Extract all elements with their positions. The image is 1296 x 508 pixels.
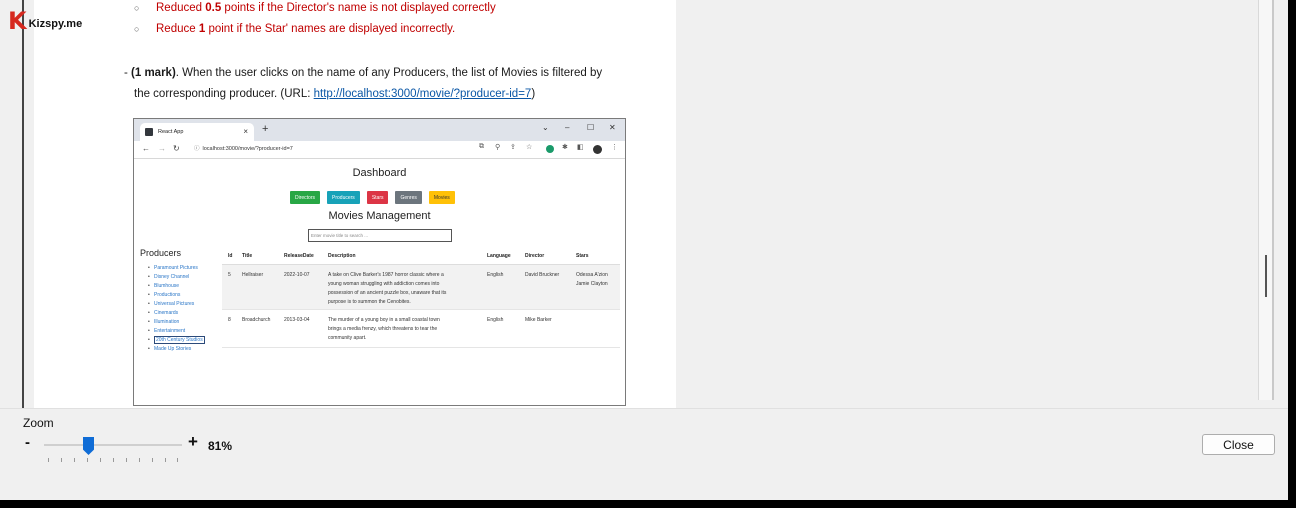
column-header: Title bbox=[242, 253, 253, 259]
document-viewer-window: K Kizspy.me ○ Reduced 0.5 points if the D… bbox=[0, 0, 1288, 500]
column-header: Stars bbox=[576, 253, 589, 259]
side-panel-icon[interactable]: ◧ bbox=[577, 143, 584, 151]
producer-link[interactable]: Disney Channel bbox=[148, 273, 205, 282]
zoom-slider-track[interactable] bbox=[44, 444, 182, 446]
bookmark-star-icon[interactable]: ☆ bbox=[526, 143, 532, 151]
close-window-icon[interactable]: ✕ bbox=[609, 123, 616, 132]
dashboard-title: Dashboard bbox=[352, 167, 407, 179]
producer-link[interactable]: Paramount Pictures bbox=[148, 264, 205, 273]
column-header: Id bbox=[228, 253, 233, 259]
zoom-label: Zoom bbox=[23, 416, 54, 430]
producers-list: Paramount Pictures Disney Channel Blumho… bbox=[148, 264, 205, 354]
column-header: Language bbox=[487, 253, 511, 259]
producers-sidebar-title: Producers bbox=[140, 248, 182, 258]
zoom-slider-thumb[interactable] bbox=[83, 437, 94, 455]
url-field[interactable]: ⓘ localhost:3000/movie/?producer-id=7 bbox=[194, 143, 293, 155]
bullet-director-deduction: ○ Reduced 0.5 points if the Director's na… bbox=[134, 2, 496, 14]
scrollbar-thumb[interactable] bbox=[1265, 255, 1267, 297]
movie-search-input[interactable]: Enter movie title to search ... bbox=[308, 229, 452, 242]
zoom-out-button[interactable]: - bbox=[25, 434, 30, 451]
movies-button[interactable]: Movies bbox=[428, 191, 455, 204]
react-favicon-icon bbox=[145, 128, 153, 136]
requirement-line-2: the corresponding producer. (URL: http:/… bbox=[134, 88, 536, 100]
table-header: Id Title ReleaseDate Description Languag… bbox=[222, 249, 620, 265]
movies-table: Id Title ReleaseDate Description Languag… bbox=[222, 249, 620, 348]
producer-link[interactable]: Cinemards bbox=[148, 309, 205, 318]
logo-k-icon: K bbox=[8, 7, 27, 35]
zoom-value: 81% bbox=[208, 439, 233, 453]
producer-link[interactable]: Made Up Stories bbox=[148, 345, 205, 354]
site-info-icon: ⓘ bbox=[194, 146, 200, 152]
producer-link[interactable]: Universal Pictures bbox=[148, 300, 205, 309]
kizspy-logo: K Kizspy.me bbox=[8, 7, 83, 35]
tab-close-icon[interactable]: × bbox=[243, 127, 248, 136]
producer-url-link[interactable]: http://localhost:3000/movie/?producer-id… bbox=[314, 88, 532, 100]
nav-button-row: Directors Producers Stars Genres Movies bbox=[290, 191, 455, 204]
zoom-slider-ticks bbox=[48, 458, 178, 463]
zoom-icon[interactable]: ⚲ bbox=[495, 143, 500, 151]
browser-menu-icon[interactable]: ⋮ bbox=[611, 143, 618, 151]
tab-search-icon[interactable]: ⌄ bbox=[542, 123, 549, 132]
vertical-scrollbar[interactable] bbox=[1258, 0, 1272, 400]
share-icon[interactable]: ⇪ bbox=[510, 143, 516, 151]
zoom-panel: Zoom - + 81% Close bbox=[0, 408, 1288, 500]
producer-link-selected[interactable]: 20th Century Studios bbox=[148, 336, 205, 345]
grammarly-extension-icon[interactable] bbox=[546, 145, 554, 153]
new-tab-icon[interactable]: + bbox=[262, 123, 268, 135]
cast-icon[interactable]: ⧉ bbox=[479, 143, 484, 151]
stars-button[interactable]: Stars bbox=[366, 191, 389, 204]
profile-avatar-icon[interactable] bbox=[593, 145, 602, 154]
logo-text: Kizspy.me bbox=[28, 18, 83, 30]
producer-link-continued[interactable]: Productions bbox=[148, 291, 205, 300]
viewer-background bbox=[676, 0, 1256, 408]
circle-bullet-icon: ○ bbox=[134, 3, 140, 13]
close-button[interactable]: Close bbox=[1202, 434, 1275, 455]
table-row: 5 Hellraiser 2022-10-07 A take on Clive … bbox=[222, 265, 620, 310]
column-header: Director bbox=[525, 253, 545, 259]
genres-button[interactable]: Genres bbox=[395, 191, 422, 204]
browser-address-bar: ← → ↻ ⓘ localhost:3000/movie/?producer-id… bbox=[134, 141, 625, 159]
bullet-star-deduction: ○ Reduce 1 point if the Star' names are d… bbox=[134, 23, 456, 35]
zoom-in-button[interactable]: + bbox=[188, 432, 198, 452]
directors-button[interactable]: Directors bbox=[290, 191, 321, 204]
browser-tab-bar: React App × + ⌄ – ☐ ✕ bbox=[134, 119, 625, 141]
back-icon[interactable]: ← bbox=[142, 144, 150, 153]
viewer-right-border bbox=[1272, 0, 1274, 400]
producer-link-continued[interactable]: Entertainment bbox=[148, 327, 205, 336]
maximize-icon[interactable]: ☐ bbox=[587, 123, 594, 132]
column-header: Description bbox=[328, 253, 356, 259]
page-left-border bbox=[22, 0, 24, 408]
reload-icon[interactable]: ↻ bbox=[173, 144, 180, 153]
document-viewport[interactable]: K Kizspy.me ○ Reduced 0.5 points if the D… bbox=[0, 0, 1288, 408]
producer-link[interactable]: Illumination bbox=[148, 318, 205, 327]
movies-management-title: Movies Management bbox=[328, 210, 431, 222]
producer-link[interactable]: Blumhouse bbox=[148, 282, 205, 291]
producers-button[interactable]: Producers bbox=[327, 191, 360, 204]
table-row: 8 Broadchurch 2013-03-04 The murder of a… bbox=[222, 310, 620, 348]
circle-bullet-icon: ○ bbox=[134, 24, 140, 34]
embedded-browser-screenshot: React App × + ⌄ – ☐ ✕ ← → ↻ ⓘ localhost:3… bbox=[133, 118, 626, 406]
extensions-puzzle-icon[interactable]: ✱ bbox=[562, 143, 568, 151]
requirement-line-1: - (1 mark). When the user clicks on the … bbox=[124, 67, 603, 79]
column-header: ReleaseDate bbox=[284, 253, 314, 259]
minimize-icon[interactable]: – bbox=[565, 123, 569, 132]
forward-icon[interactable]: → bbox=[158, 144, 166, 153]
tab-title: React App bbox=[158, 129, 184, 135]
browser-tab[interactable]: React App × bbox=[140, 123, 254, 141]
